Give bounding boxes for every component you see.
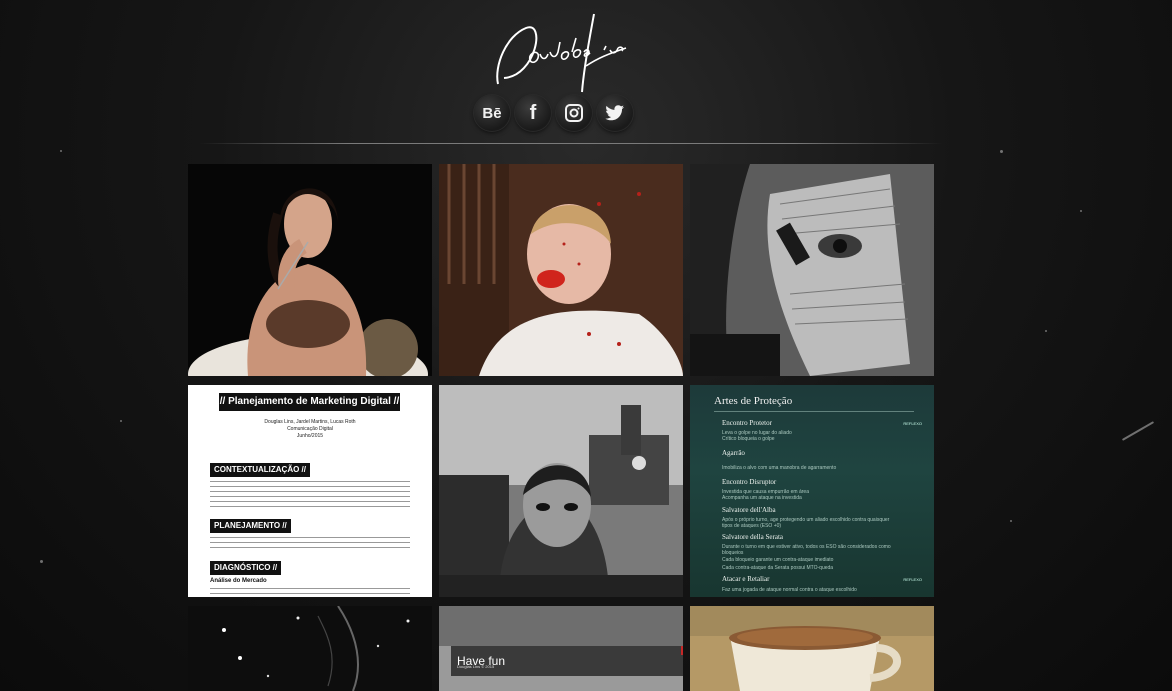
portfolio-tile-have-fun[interactable]: Have fun X Douglas Lins © 2015 (439, 606, 683, 691)
newspaper-face-photo (690, 164, 934, 376)
background-speck (1121, 421, 1155, 441)
site-logo[interactable] (486, 6, 636, 96)
city-man-photo (439, 385, 683, 597)
card-entry-name: Encontro Disruptor (722, 478, 777, 486)
portfolio-tile-bloody-man[interactable] (439, 164, 683, 376)
portfolio-tile-newspaper-face[interactable] (690, 164, 934, 376)
signature-logo-icon (496, 13, 627, 93)
instagram-button[interactable] (556, 95, 592, 131)
doc-subheading: Análise do Mercado (210, 578, 267, 584)
doc-title: // Planejamento de Marketing Digital // (219, 393, 400, 411)
card-entry-name: Encontro Protetor (722, 419, 772, 427)
background-speck (1000, 150, 1003, 153)
twitter-icon (605, 105, 624, 121)
facebook-button[interactable]: f (515, 95, 551, 131)
card-entry-desc: Durante o turno em que estiver ativo, to… (722, 544, 891, 550)
card-entry-name: Salvatore dell'Alba (722, 506, 776, 514)
doc-section-heading: PLANEJAMENTO // (210, 519, 291, 533)
portfolio-tile-city-man[interactable] (439, 385, 683, 597)
doc-paragraph (210, 588, 410, 594)
doc-meta-line: Comunicação Digital (287, 426, 333, 432)
card-entry-tag: REFLEXO (903, 577, 922, 582)
card-entry-name: Atacar e Retaliar (722, 575, 770, 583)
doc-meta: Douglas Lins, Jardel Martins, Lucas Roth… (188, 419, 432, 440)
portfolio-tile-woman[interactable] (188, 164, 432, 376)
portfolio-tile-card-game[interactable]: Artes de Proteção Encontro Protetor REFL… (690, 385, 934, 597)
bloody-man-photo (439, 164, 683, 376)
background-speck (1010, 520, 1012, 522)
card-entry-desc: bloqueios (722, 550, 744, 556)
doc-paragraph (210, 481, 410, 507)
doc-section-heading: DIAGNÓSTICO // (210, 561, 282, 575)
have-fun-banner: Have fun X (451, 646, 683, 676)
card-entry-desc: Cada bloqueio garante um contra-ataque i… (722, 557, 834, 563)
doc-section-heading: CONTEXTUALIZAÇÃO // (210, 463, 310, 477)
doc-meta-line: Douglas Lins, Jardel Martins, Lucas Roth (264, 419, 356, 425)
portfolio-tile-marketing-doc[interactable]: // Planejamento de Marketing Digital // … (188, 385, 432, 597)
card-entry-desc: Crítico bloqueia o golpe (722, 436, 775, 442)
have-fun-subtext: Douglas Lins © 2015 (457, 664, 495, 669)
cards-divider (714, 411, 914, 412)
cards-title: Artes de Proteção (714, 395, 793, 407)
card-entry-desc: Cada contra-ataque da Serata possui MTO-… (722, 565, 834, 571)
header-divider (199, 143, 943, 144)
card-entry-name: Salvatore della Serata (722, 533, 784, 541)
card-entry-desc: Imobiliza o alvo com uma manobra de agar… (722, 465, 837, 471)
instagram-icon (565, 104, 583, 122)
background-speck (1080, 210, 1082, 212)
night-sky-image (188, 606, 432, 691)
coffee-photo (690, 606, 934, 691)
card-entry-desc: Faz uma jogada de ataque normal contra o… (722, 587, 857, 593)
facebook-icon: f (529, 101, 537, 124)
background-speck (40, 560, 43, 563)
twitter-button[interactable] (597, 95, 633, 131)
social-links: Bē f (474, 95, 633, 131)
card-entry-tag: REFLEXO (903, 421, 922, 426)
background-speck (60, 150, 62, 152)
doc-paragraph (210, 537, 410, 549)
card-entry-desc: Acompanha um ataque na investida (722, 495, 802, 501)
woman-photo (188, 164, 432, 376)
portfolio-tile-coffee[interactable] (690, 606, 934, 691)
background-speck (1045, 330, 1047, 332)
card-entry-desc: tipos de ataques (ESO +0) (722, 523, 782, 529)
background-speck (120, 420, 122, 422)
close-icon[interactable]: X (681, 646, 683, 655)
portfolio-tile-night-sky[interactable] (188, 606, 432, 691)
doc-meta-line: Junho/2015 (296, 433, 324, 439)
behance-icon: Bē (482, 104, 502, 122)
card-entry-name: Agarrão (722, 449, 745, 457)
behance-button[interactable]: Bē (474, 95, 510, 131)
